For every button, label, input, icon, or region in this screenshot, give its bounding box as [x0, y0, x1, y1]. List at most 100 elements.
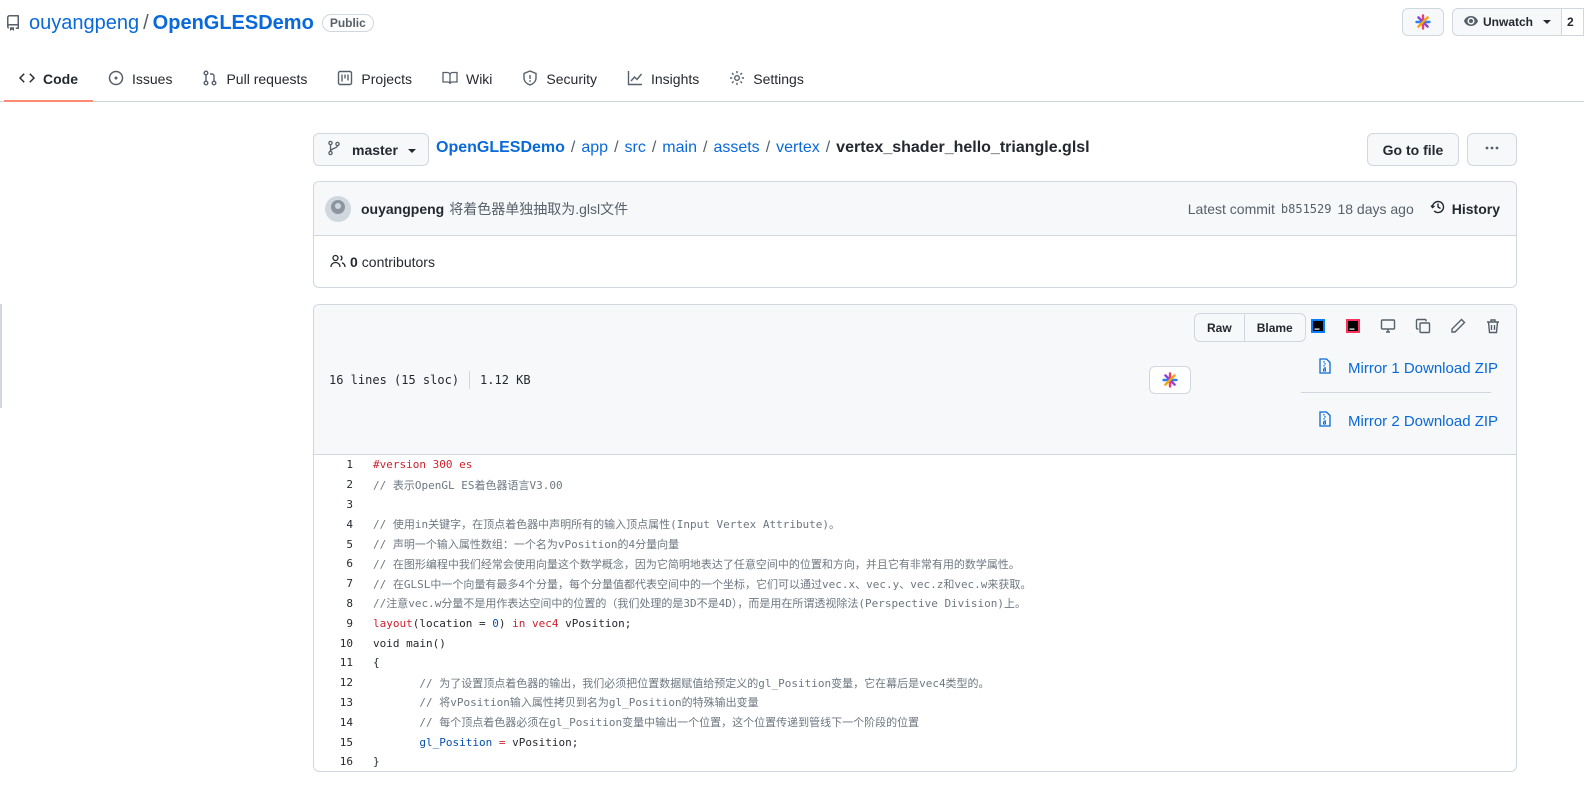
code-line: 15 gl_Position = vPosition; [314, 732, 1516, 752]
extension-star-button[interactable] [1401, 8, 1444, 36]
commit-sha[interactable]: b851529 [1281, 202, 1332, 216]
line-number[interactable]: 1 [314, 458, 353, 471]
graph-icon [627, 70, 643, 89]
code-icon [19, 70, 35, 89]
history-link[interactable]: History [1430, 199, 1500, 218]
code-line: 1 #version 300 es [314, 455, 1516, 475]
scroll-edge-marker [0, 304, 2, 408]
line-number[interactable]: 9 [314, 617, 353, 630]
copy-icon[interactable] [1415, 318, 1431, 334]
file-button-group: Raw Blame [1194, 313, 1306, 342]
code-text: // 表示OpenGL ES着色器语言V3.00 [373, 478, 563, 492]
repo-title: ouyangpeng / OpenGLESDemo Public [5, 10, 374, 36]
line-number[interactable]: 7 [314, 577, 353, 590]
line-number[interactable]: 13 [314, 696, 353, 709]
mirror-1-download-link[interactable]: Mirror 1 Download ZIP [1318, 358, 1498, 378]
mirror-2-download-link[interactable]: Mirror 2 Download ZIP [1318, 411, 1498, 431]
people-icon [330, 253, 346, 272]
code-line: 8 //注意vec.w分量不是用作表达空间中的位置的（我们处理的是3D不是4D），… [314, 594, 1516, 614]
breadcrumb-link[interactable]: main [662, 139, 697, 157]
jetbrains-alt-icon[interactable] [1345, 318, 1361, 334]
contributors-row[interactable]: 0 contributors [314, 236, 1516, 288]
line-number[interactable]: 6 [314, 557, 353, 570]
unwatch-label: Unwatch [1482, 15, 1533, 29]
pencil-icon[interactable] [1450, 318, 1466, 334]
line-number[interactable]: 15 [314, 736, 353, 749]
code-text: // 声明一个输入属性数组：一个名为vPosition的4分量向量 [373, 538, 680, 552]
blame-button[interactable]: Blame [1243, 314, 1305, 341]
contributors-label: contributors [361, 254, 435, 270]
tab-issues[interactable]: Issues [93, 56, 187, 102]
go-to-file-button[interactable]: Go to file [1367, 133, 1459, 166]
code-text: // 使用in关键字，在顶点着色器中声明所有的输入顶点属性(Input Vert… [373, 518, 841, 532]
code-line: 9 layout(location = 0) in vec4 vPosition; [314, 613, 1516, 633]
watch-count[interactable]: 2 [1562, 8, 1584, 36]
line-number[interactable]: 2 [314, 478, 353, 491]
tab-security[interactable]: Security [507, 56, 612, 102]
tab-insights[interactable]: Insights [612, 56, 714, 102]
line-number[interactable]: 10 [314, 637, 353, 650]
line-number[interactable]: 16 [314, 755, 353, 768]
code-line: 2 // 表示OpenGL ES着色器语言V3.00 [314, 475, 1516, 495]
line-number[interactable]: 14 [314, 716, 353, 729]
line-number[interactable]: 3 [314, 498, 353, 511]
code-view: 1 #version 300 es 2 // 表示OpenGL ES着色器语言V3.… [314, 455, 1516, 771]
breadcrumb: OpenGLESDemo / app / src / main / assets… [436, 139, 1090, 157]
branch-select-button[interactable]: master [313, 133, 429, 166]
breadcrumb-link[interactable]: OpenGLESDemo [436, 139, 565, 157]
repo-actions: Unwatch 2 [1401, 8, 1584, 36]
code-text: void main() [373, 636, 446, 650]
sparkle-icon [1415, 14, 1431, 30]
code-line: 4 // 使用in关键字，在顶点着色器中声明所有的输入顶点属性(Input Ver… [314, 514, 1516, 534]
tab-wiki[interactable]: Wiki [427, 56, 507, 102]
tab-projects[interactable]: Projects [322, 56, 427, 102]
line-number[interactable]: 12 [314, 676, 353, 689]
code-text: // 在图形编程中我们经常会使用向量这个数学概念，因为它简明地表达了任意空间中的… [373, 557, 1020, 571]
line-number[interactable]: 11 [314, 656, 353, 669]
file-size: 1.12 KB [480, 373, 531, 387]
repo-icon [5, 15, 21, 31]
history-icon [1430, 199, 1446, 218]
code-text: #version 300 es [373, 458, 473, 472]
code-line: 7 // 在GLSL中一个向量有最多4个分量，每个分量值都代表空间中的一个坐标，它… [314, 574, 1516, 594]
breadcrumb-link[interactable]: app [581, 139, 608, 157]
pull-request-icon [202, 70, 218, 89]
commit-author[interactable]: ouyangpeng [361, 201, 444, 217]
avatar[interactable] [325, 195, 351, 222]
commit-meta: Latest commit b851529 18 days ago Histor… [1188, 199, 1500, 218]
tab-settings[interactable]: Settings [714, 56, 819, 102]
line-number[interactable]: 4 [314, 518, 353, 531]
more-options-button[interactable] [1467, 133, 1517, 166]
line-number[interactable]: 5 [314, 538, 353, 551]
code-line: 12 // 为了设置顶点着色器的输出，我们必须把位置数据赋值给预定义的gl_Po… [314, 673, 1516, 693]
repo-owner-link[interactable]: ouyangpeng [29, 12, 139, 35]
file-lines-info: 16 lines (15 sloc) [329, 373, 460, 387]
extension-star-button-secondary[interactable] [1149, 366, 1191, 394]
tab-code[interactable]: Code [4, 56, 93, 102]
code-text: layout(location = 0) in vec4 vPosition; [373, 616, 632, 630]
repo-name-link[interactable]: OpenGLESDemo [153, 12, 314, 35]
device-desktop-icon[interactable] [1380, 318, 1396, 334]
breadcrumb-link[interactable]: src [625, 139, 646, 157]
tab-label: Insights [651, 71, 700, 87]
commit-message[interactable]: 将着色器单独抽取为.glsl文件 [449, 199, 628, 219]
code-line: 13 // 将vPosition输入属性拷贝到名为gl_Position的特殊输… [314, 693, 1516, 713]
jetbrains-icon[interactable] [1310, 318, 1326, 334]
latest-commit-row: ouyangpeng 将着色器单独抽取为.glsl文件 Latest commi… [314, 182, 1516, 236]
divider [469, 371, 471, 389]
tab-pull-requests[interactable]: Pull requests [187, 56, 322, 102]
code-text: //注意vec.w分量不是用作表达空间中的位置的（我们处理的是3D不是4D），而… [373, 597, 1027, 611]
issue-icon [108, 70, 124, 89]
breadcrumb-link[interactable]: vertex [776, 139, 820, 157]
tab-label: Security [546, 71, 597, 87]
breadcrumb-separator: / [702, 139, 708, 156]
history-label: History [1451, 200, 1500, 217]
file-toolbar [1310, 318, 1501, 334]
line-number[interactable]: 8 [314, 597, 353, 610]
book-icon [442, 70, 458, 89]
unwatch-button[interactable]: Unwatch [1451, 8, 1562, 36]
trash-icon[interactable] [1485, 318, 1501, 334]
breadcrumb-link[interactable]: assets [713, 139, 759, 157]
raw-button[interactable]: Raw [1195, 314, 1244, 341]
project-icon [337, 70, 353, 89]
